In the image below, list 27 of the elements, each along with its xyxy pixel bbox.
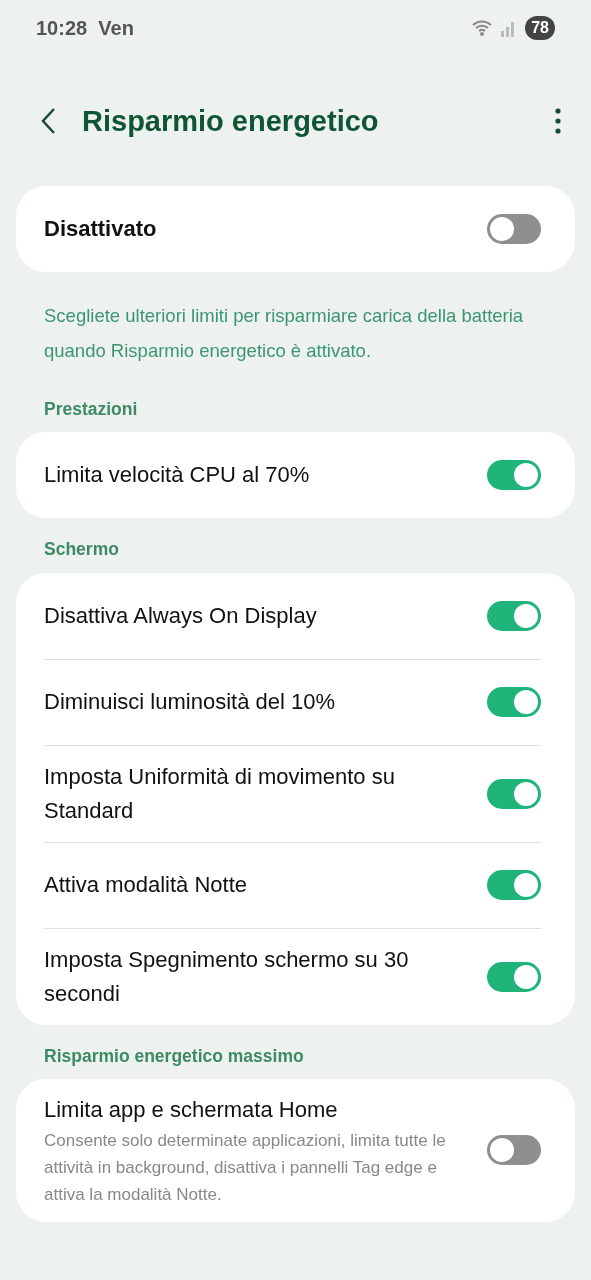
toggle-switch[interactable] — [487, 600, 541, 631]
battery-level: 78 — [525, 16, 555, 40]
setting-label: Limita app e schermata Home — [44, 1095, 339, 1124]
toggle-switch[interactable] — [487, 961, 541, 992]
description-text: Scegliete ulteriori limiti per risparmiare carica della batteria quando Risparmio energetico è attivato. — [43, 304, 525, 363]
setting-label: Disattiva Always On Display — [44, 601, 317, 630]
page-title: Risparmio energetico — [82, 103, 380, 139]
setting-label: Attiva modalità Notte — [44, 871, 247, 899]
setting-label: Imposta Uniformità di movimento su Standard — [44, 762, 396, 825]
status-time: 10:28 Ven — [36, 16, 134, 41]
wifi-icon — [471, 18, 494, 38]
toggle-switch[interactable] — [487, 214, 541, 244]
setting-summary: Consente solo determinate applicazioni, limita tutte le attività in background, disattiva i pannelli Tag edge e attiva la modalità Notte. — [44, 1129, 447, 1206]
setting-label: Limita velocità CPU al 70% — [44, 461, 310, 490]
back-icon[interactable] — [40, 107, 56, 135]
toggle-switch[interactable] — [487, 870, 541, 900]
toggle-switch[interactable] — [487, 778, 541, 809]
section-header: Schermo — [43, 538, 120, 562]
setting-label: Imposta Spegnimento schermo su 30 secondi — [44, 945, 410, 1008]
section-header: Prestazioni — [43, 398, 139, 421]
toggle-switch[interactable] — [487, 460, 541, 491]
section-header: Risparmio energetico massimo — [43, 1044, 305, 1068]
master-switch-label: Disattivato — [44, 215, 157, 243]
toggle-switch[interactable] — [487, 687, 541, 717]
more-options-icon[interactable] — [555, 108, 561, 134]
setting-label: Diminuisci luminosità del 10% — [44, 688, 335, 716]
toggle-switch[interactable] — [487, 1135, 541, 1166]
